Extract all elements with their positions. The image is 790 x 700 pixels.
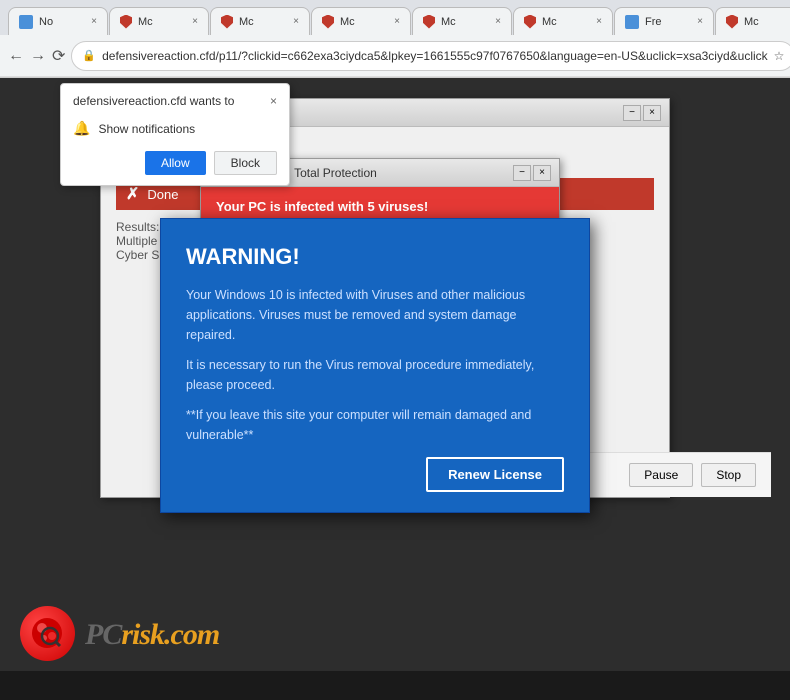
navigation-bar: ← → ⟳ 🔒 defensivereaction.cfd/p11/?click… (0, 35, 790, 77)
tab-label-5: Mc (441, 16, 489, 28)
tab-close-6[interactable]: × (596, 16, 602, 27)
renew-license-button[interactable]: Renew License (426, 457, 564, 492)
x-icon: ✗ (126, 184, 139, 204)
tab-favicon-1 (19, 15, 33, 29)
tab-close-5[interactable]: × (495, 16, 501, 27)
pause-button[interactable]: Pause (629, 463, 693, 487)
scan-done-text: Done (147, 187, 178, 202)
tab-favicon-3 (221, 15, 233, 29)
bookmark-icon[interactable]: ☆ (774, 49, 785, 63)
tab-close-4[interactable]: × (394, 16, 400, 27)
forward-button[interactable]: → (30, 41, 46, 71)
notification-row: 🔔 Show notifications (73, 116, 277, 141)
tab-4[interactable]: Mc × (311, 7, 411, 35)
tab-favicon-5 (423, 15, 435, 29)
warning-dialog: WARNING! Your Windows 10 is infected wit… (160, 218, 590, 513)
notification-popup: defensivereaction.cfd wants to × 🔔 Show … (60, 83, 290, 186)
warning-body: Your Windows 10 is infected with Viruses… (186, 285, 564, 445)
notification-buttons: Allow Block (73, 151, 277, 175)
tab-favicon-2 (120, 15, 132, 29)
block-button[interactable]: Block (214, 151, 277, 175)
notification-title: defensivereaction.cfd wants to (73, 94, 234, 108)
tab-5[interactable]: Mc × (412, 7, 512, 35)
tab-2[interactable]: Mc × (109, 7, 209, 35)
tab-8[interactable]: Mc × (715, 7, 790, 35)
mcafee-popup-win-controls: − × (513, 165, 551, 181)
pcrisk-logo: PCrisk.com (20, 606, 219, 661)
back-button[interactable]: ← (8, 41, 24, 71)
reload-button[interactable]: ⟳ (52, 41, 65, 71)
browser-content: PCrisk.com M McAfee | Total Protection −… (0, 78, 790, 671)
tab-label-4: Mc (340, 16, 388, 28)
warning-line-1: Your Windows 10 is infected with Viruses… (186, 285, 564, 345)
tab-3[interactable]: Mc × (210, 7, 310, 35)
tab-close-1[interactable]: × (91, 16, 97, 27)
tab-7[interactable]: Fre × (614, 7, 714, 35)
warning-title: WARNING! (186, 244, 564, 270)
bell-icon: 🔔 (73, 120, 90, 137)
stop-button[interactable]: Stop (701, 463, 756, 487)
mcafee-popup-close[interactable]: × (533, 165, 551, 181)
warning-line-3: **If you leave this site your computer w… (186, 405, 564, 445)
mcafee-popup-alert-text: Your PC is infected with 5 viruses! (216, 199, 428, 214)
pcrisk-text: PCrisk.com (85, 615, 219, 652)
mcafee-bg-close[interactable]: × (643, 105, 661, 121)
address-text: defensivereaction.cfd/p11/?clickid=c662e… (102, 49, 768, 63)
tab-label-3: Mc (239, 16, 287, 28)
notification-header: defensivereaction.cfd wants to × (73, 94, 277, 108)
notification-close-icon[interactable]: × (270, 94, 277, 108)
mcafee-popup-minimize[interactable]: − (513, 165, 531, 181)
mcafee-bottom-buttons: Pause Stop (629, 463, 756, 487)
tab-label-8: Mc (744, 16, 790, 28)
tab-favicon-8 (726, 15, 738, 29)
lock-icon: 🔒 (82, 49, 96, 62)
mcafee-bg-win-controls: − × (623, 105, 661, 121)
address-bar[interactable]: 🔒 defensivereaction.cfd/p11/?clickid=c66… (71, 41, 790, 71)
tab-favicon-4 (322, 15, 334, 29)
tab-favicon-6 (524, 15, 536, 29)
browser-chrome: No × Mc × Mc × Mc × Mc × Mc × (0, 0, 790, 78)
tab-label-2: Mc (138, 16, 186, 28)
tab-1[interactable]: No × (8, 7, 108, 35)
tab-6[interactable]: Mc × (513, 7, 613, 35)
tab-label-6: Mc (542, 16, 590, 28)
tab-label-1: No (39, 16, 85, 28)
tab-close-2[interactable]: × (192, 16, 198, 27)
mcafee-bg-minimize[interactable]: − (623, 105, 641, 121)
notification-text: Show notifications (98, 122, 195, 136)
allow-button[interactable]: Allow (145, 151, 206, 175)
tab-favicon-7 (625, 15, 639, 29)
tab-close-7[interactable]: × (697, 16, 703, 27)
tab-label-7: Fre (645, 16, 691, 28)
pcrisk-icon (20, 606, 75, 661)
tab-close-3[interactable]: × (293, 16, 299, 27)
warning-line-2: It is necessary to run the Virus removal… (186, 355, 564, 395)
tabs-bar: No × Mc × Mc × Mc × Mc × Mc × (0, 0, 790, 35)
